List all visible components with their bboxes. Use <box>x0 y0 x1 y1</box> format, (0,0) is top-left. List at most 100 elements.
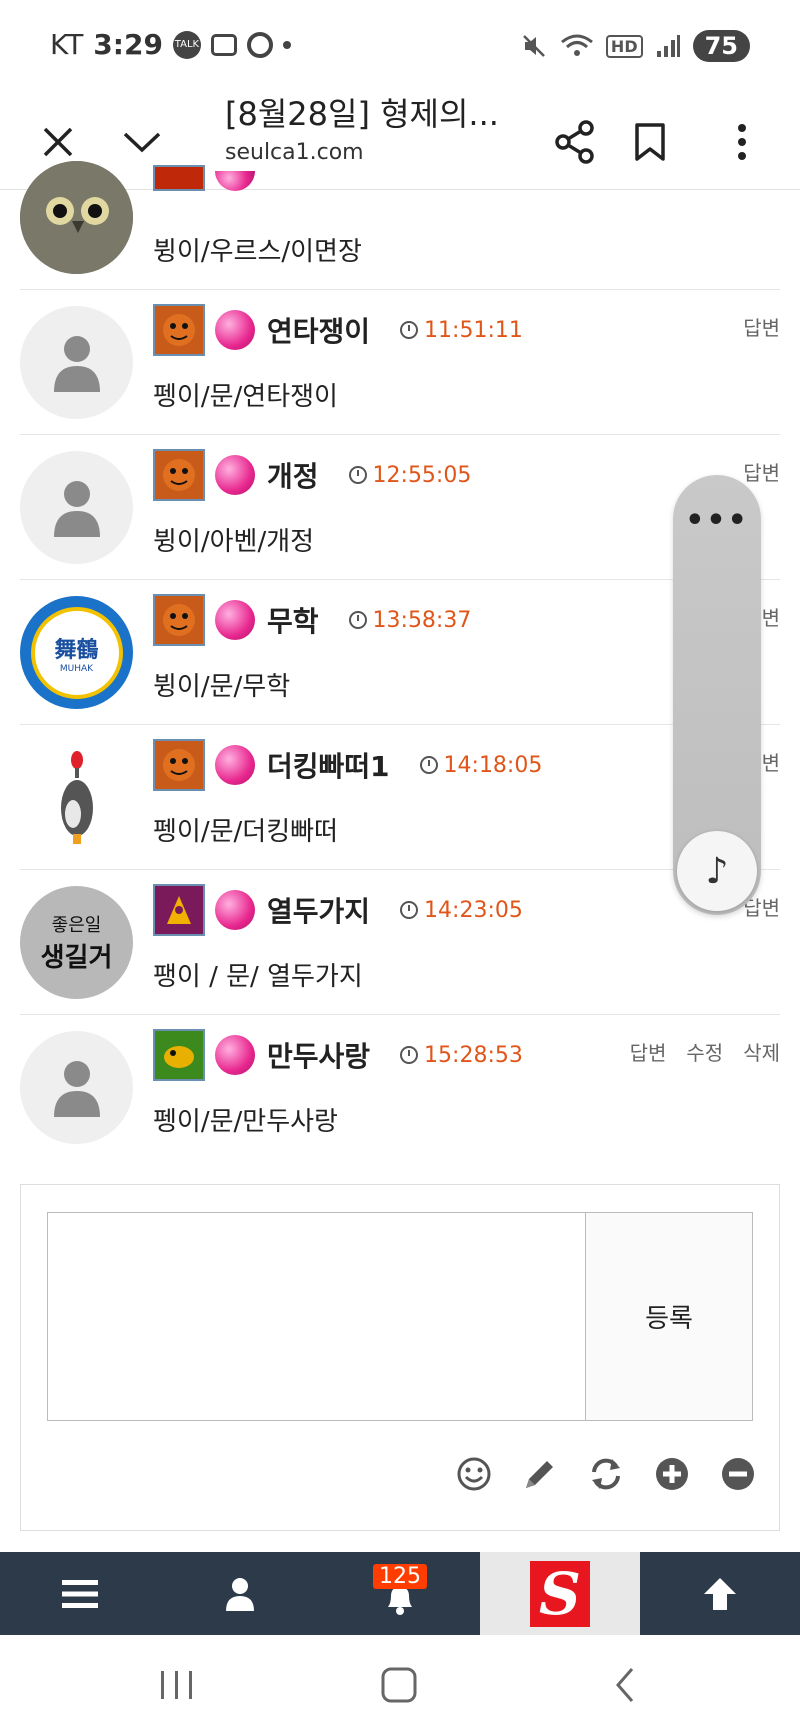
owl-image <box>20 161 133 274</box>
clock-icon <box>400 321 419 339</box>
floating-toolbar[interactable]: ••• ♪ <box>673 475 761 915</box>
avatar-calligraphy-line2: 생길거 <box>40 943 113 973</box>
battery-indicator: 75 <box>692 30 750 62</box>
site-logo-button[interactable]: S <box>480 1552 640 1635</box>
avatar-default <box>20 306 133 419</box>
point-ball-icon <box>215 310 255 350</box>
plus-circle-icon <box>656 1458 688 1490</box>
level-icon <box>153 1029 205 1081</box>
edit-link[interactable]: 수정 <box>686 1037 723 1066</box>
page-title: [8월28일] 형제의... <box>225 95 499 133</box>
bottom-nav: 125 S <box>0 1552 800 1635</box>
comment-time: 14:18:05 <box>443 752 543 778</box>
shrink-button[interactable] <box>719 1455 757 1493</box>
point-ball-icon <box>215 600 255 640</box>
chrome-icon <box>246 31 273 58</box>
clock-time: 3:29 <box>93 28 163 61</box>
comment-time: 15:28:53 <box>424 1042 523 1068</box>
comment-item: 만두사랑 15:28:53 답변 수정 삭제 펭이/문/만두사랑 <box>20 1015 780 1160</box>
home-button[interactable] <box>379 1665 419 1705</box>
home-icon <box>381 1667 417 1703</box>
comment-text: 팽이 / 문/ 열두가지 <box>153 962 363 992</box>
scroll-top-button[interactable] <box>640 1552 800 1635</box>
notifications-button[interactable]: 125 <box>320 1552 480 1635</box>
clock-icon <box>400 1046 419 1064</box>
comment-input[interactable] <box>47 1212 585 1421</box>
pencil-icon <box>526 1461 553 1488</box>
reply-link[interactable]: 답변 <box>630 1037 667 1066</box>
comment-item: 좋은일 생길거 열두가지 14:23:05 답변 팽이 / 문/ 열두가지 <box>20 870 780 1015</box>
user-icon <box>226 1577 254 1611</box>
site-logo-letter: S <box>539 1559 581 1628</box>
expand-button[interactable] <box>653 1455 691 1493</box>
level-icon <box>153 449 205 501</box>
recents-icon <box>161 1671 192 1699</box>
point-ball-icon <box>215 890 255 930</box>
refresh-button[interactable] <box>587 1455 625 1493</box>
notification-badge: 125 <box>373 1564 427 1589</box>
point-ball-icon <box>215 1035 255 1075</box>
recents-button[interactable] <box>157 1665 197 1705</box>
carrier: KT <box>50 28 84 61</box>
mute-icon <box>523 35 545 57</box>
comment-text: 뷩이/아벤/개정 <box>153 527 315 557</box>
nickname[interactable]: 더킹빠떠1 <box>267 745 390 785</box>
comment-item: 뷩이/우르스/이면장 <box>20 145 780 290</box>
clock-icon <box>348 466 367 484</box>
reply-link[interactable]: 답변 <box>743 457 780 486</box>
emoji-button[interactable] <box>455 1455 493 1493</box>
avatar-owl <box>20 161 133 274</box>
smile-icon <box>457 1457 491 1491</box>
comment-item: 舞鶴 MUHAK 무학 13:58:37 답변 뷩이/문/무학 <box>20 580 780 725</box>
avatar-logo-text: 舞鶴 <box>54 637 99 663</box>
point-ball-icon <box>215 745 255 785</box>
level-icon <box>153 304 205 356</box>
clock-icon <box>400 901 419 919</box>
system-nav-bar <box>0 1635 800 1734</box>
comment-item: 더킹빠떠1 14:18:05 답변 펭이/문/더킹빠떠 <box>20 725 780 870</box>
more-horiz-icon[interactable]: ••• <box>673 503 761 538</box>
comment-time: 14:23:05 <box>424 897 523 923</box>
nickname[interactable]: 열두가지 <box>267 890 370 930</box>
avatar-muhak: 舞鶴 MUHAK <box>20 596 133 709</box>
user-placeholder-icon <box>53 335 100 392</box>
nickname[interactable]: 만두사랑 <box>267 1035 370 1075</box>
avatar-calligraphy-line1: 좋은일 <box>51 915 102 936</box>
comment-text: 펭이/문/더킹빠떠 <box>153 817 338 847</box>
level-icon <box>153 594 205 646</box>
hamburger-icon <box>62 1579 98 1608</box>
point-ball-icon <box>215 455 255 495</box>
menu-button[interactable] <box>0 1552 160 1635</box>
back-button[interactable] <box>606 1665 646 1705</box>
clock-icon <box>348 611 367 629</box>
arrow-up-icon <box>704 1577 736 1610</box>
profile-button[interactable] <box>160 1552 320 1635</box>
hd-icon: HD <box>605 34 643 58</box>
more-notifications-icon <box>282 40 291 49</box>
avatar-calligraphy: 좋은일 생길거 <box>20 886 133 999</box>
level-icon <box>153 739 205 791</box>
user-placeholder-icon <box>53 1060 100 1117</box>
site-logo: S <box>530 1559 590 1628</box>
level-icon <box>153 165 205 191</box>
clock-icon <box>419 756 438 774</box>
avatar-logo-subtext: MUHAK <box>59 663 94 674</box>
comment-time: 12:55:05 <box>372 462 472 488</box>
nickname[interactable]: 개정 <box>267 455 319 495</box>
minus-circle-icon <box>722 1458 754 1490</box>
submit-button[interactable]: 등록 <box>585 1212 753 1421</box>
avatar-bird <box>20 741 133 854</box>
point-ball-icon <box>215 171 255 191</box>
pencil-button[interactable] <box>521 1455 559 1493</box>
refresh-icon <box>592 1458 620 1490</box>
nickname[interactable]: 연타쟁이 <box>267 310 370 350</box>
comment-text: 펭이/문/연타쟁이 <box>153 382 338 412</box>
comment-item: 연타쟁이 11:51:11 답변 펭이/문/연타쟁이 <box>20 290 780 435</box>
music-note-icon[interactable]: ♪ <box>677 831 757 911</box>
nickname[interactable]: 무학 <box>267 600 319 640</box>
delete-link[interactable]: 삭제 <box>743 1037 780 1066</box>
wifi-icon <box>560 34 593 56</box>
kakaotalk-icon: TALK <box>172 30 201 59</box>
reply-link[interactable]: 답변 <box>743 312 780 341</box>
comment-text: 뷩이/우르스/이면장 <box>153 237 362 267</box>
